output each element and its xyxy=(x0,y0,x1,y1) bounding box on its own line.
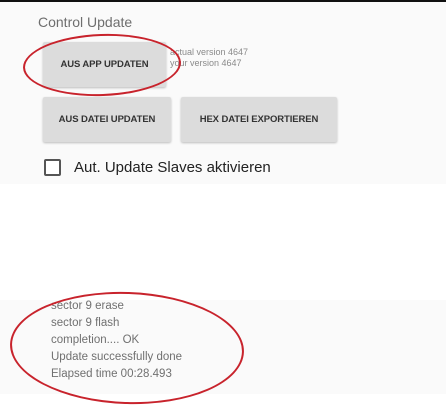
actual-version-text: actual version 4647 xyxy=(170,47,249,57)
auto-update-slaves-row[interactable]: Aut. Update Slaves aktivieren xyxy=(44,159,271,176)
section-title: Control Update xyxy=(38,14,133,30)
update-from-app-button[interactable]: AUS APP UPDATEN xyxy=(43,42,166,87)
your-version-text: your version 4647 xyxy=(170,58,242,68)
log-line: Update successfully done xyxy=(51,351,183,363)
auto-update-slaves-label[interactable]: Aut. Update Slaves aktivieren xyxy=(74,159,271,176)
version-info: actual version 4647 your version 4647 xyxy=(170,47,248,69)
update-from-file-button[interactable]: AUS DATEI UPDATEN xyxy=(43,97,171,142)
export-hex-button[interactable]: HEX DATEI EXPORTIEREN xyxy=(181,97,337,142)
update-log: sector 9 erase sector 9 flash completion… xyxy=(0,300,446,394)
auto-update-slaves-checkbox[interactable] xyxy=(44,159,61,176)
log-line: sector 9 flash xyxy=(51,317,120,329)
log-line: sector 9 erase xyxy=(51,300,124,312)
log-line: Elapsed time 00:28.493 xyxy=(51,368,172,380)
log-line: completion.... OK xyxy=(51,334,140,346)
control-update-panel: Control Update AUS APP UPDATEN actual ve… xyxy=(0,2,446,184)
